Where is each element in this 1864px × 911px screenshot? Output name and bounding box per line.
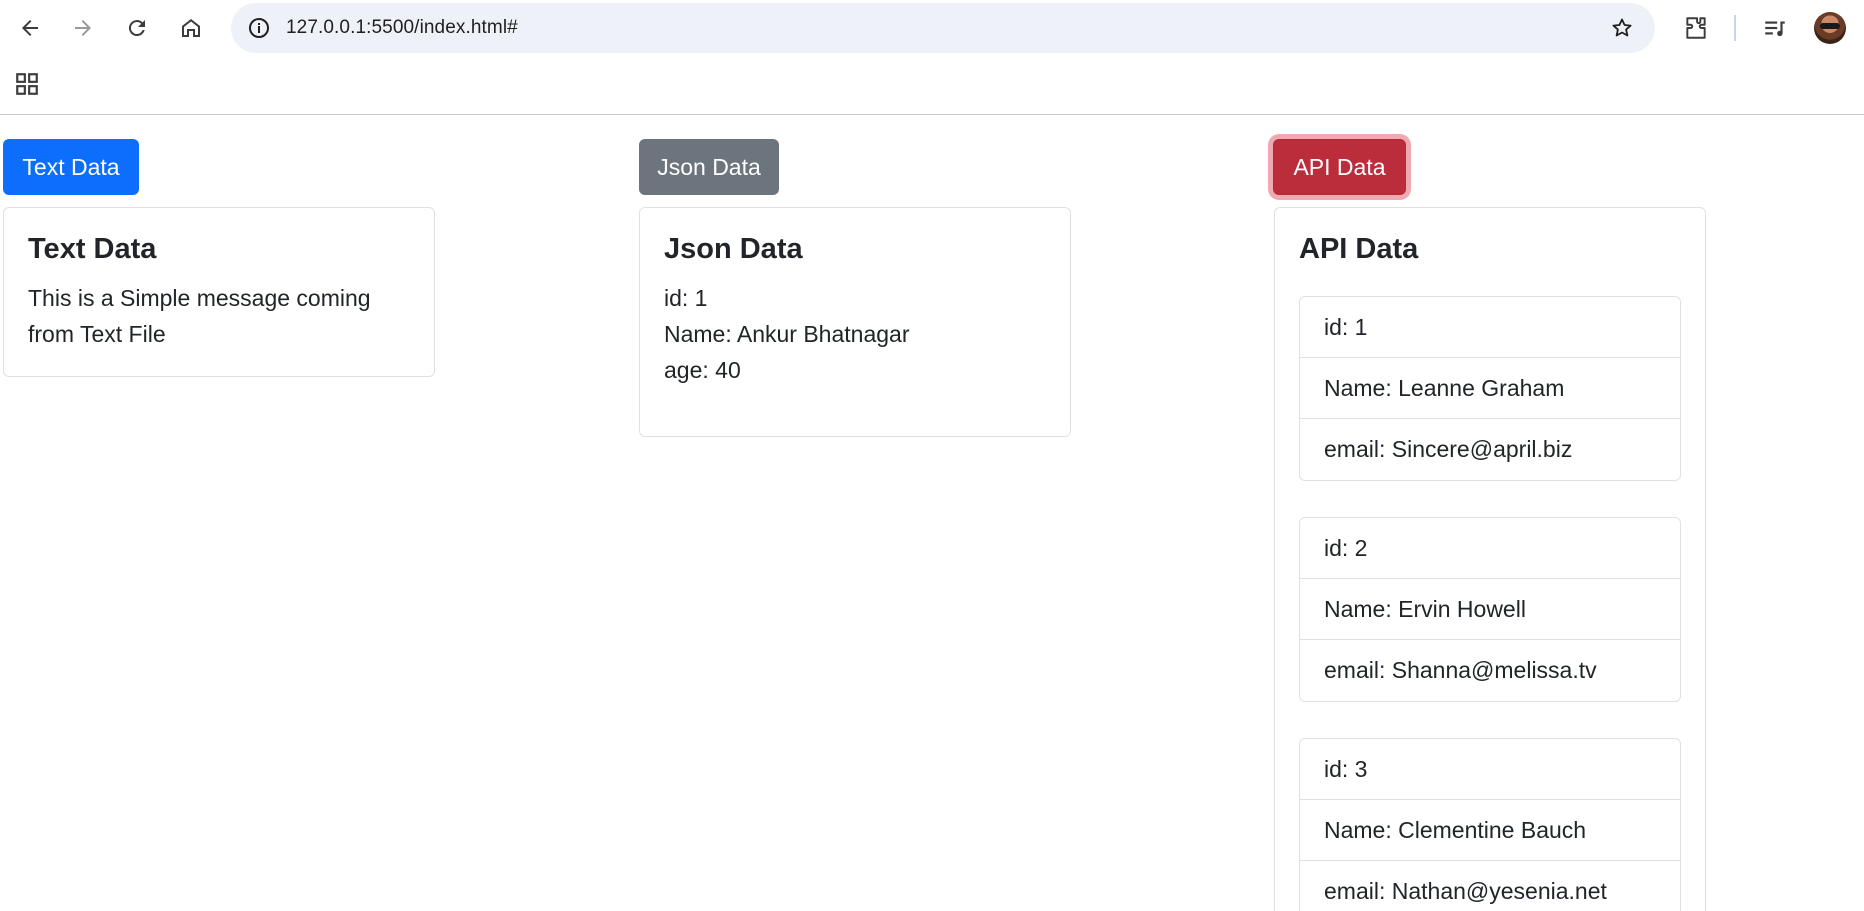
back-button[interactable] xyxy=(10,8,50,48)
user-email: email: Nathan@yesenia.net xyxy=(1324,878,1607,904)
reload-icon xyxy=(128,20,145,37)
back-arrow-icon xyxy=(22,20,38,36)
text-data-button[interactable]: Text Data xyxy=(3,139,139,195)
bookmark-star-icon[interactable] xyxy=(1607,13,1637,43)
user-list-group: id: 2 Name: Ervin Howell email: Shanna@m… xyxy=(1299,517,1681,702)
user-email: email: Shanna@melissa.tv xyxy=(1324,657,1597,683)
text-card-body: This is a Simple message coming from Tex… xyxy=(28,285,371,347)
home-button[interactable] xyxy=(171,8,211,48)
user-list-group: id: 1 Name: Leanne Graham email: Sincere… xyxy=(1299,296,1681,481)
apps-grid-icon[interactable] xyxy=(14,71,40,97)
extensions-icon[interactable] xyxy=(1678,10,1714,46)
profile-avatar[interactable] xyxy=(1814,12,1846,44)
reload-button[interactable] xyxy=(117,8,157,48)
json-card-title: Json Data xyxy=(664,233,803,265)
user-name: Name: Clementine Bauch xyxy=(1300,800,1680,861)
user-id: id: 2 xyxy=(1300,518,1680,579)
user-id: id: 3 xyxy=(1300,739,1680,800)
forward-button[interactable] xyxy=(63,8,103,48)
forward-arrow-icon xyxy=(75,20,91,36)
user-list-group: id: 3 Name: Clementine Bauch email: Nath… xyxy=(1299,738,1681,911)
json-id: id: 1 xyxy=(664,285,708,311)
browser-toolbar: 127.0.0.1:5500/index.html# xyxy=(0,0,1864,115)
user-id: id: 1 xyxy=(1300,297,1680,358)
media-controls-icon[interactable] xyxy=(1757,10,1793,46)
api-data-button[interactable]: API Data xyxy=(1273,139,1406,195)
json-data-button[interactable]: Json Data xyxy=(639,139,779,195)
json-age: age: 40 xyxy=(664,357,741,383)
json-data-card: Json Data id: 1 Name: Ankur Bhatnagar ag… xyxy=(639,207,1071,437)
home-icon xyxy=(182,19,200,37)
user-name: Name: Ervin Howell xyxy=(1300,579,1680,640)
user-email: email: Sincere@april.biz xyxy=(1324,436,1573,462)
user-name: Name: Leanne Graham xyxy=(1300,358,1680,419)
address-bar[interactable]: 127.0.0.1:5500/index.html# xyxy=(231,3,1655,53)
text-card-title: Text Data xyxy=(28,233,157,265)
json-name: Name: Ankur Bhatnagar xyxy=(664,321,910,347)
api-card-title: API Data xyxy=(1299,233,1419,265)
text-data-card: Text Data This is a Simple message comin… xyxy=(3,207,435,377)
url-text[interactable]: 127.0.0.1:5500/index.html# xyxy=(286,17,518,39)
toolbar-divider xyxy=(1734,15,1736,41)
site-info-icon[interactable] xyxy=(245,14,273,42)
api-data-card: API Data id: 1 Name: Leanne Graham email… xyxy=(1274,207,1706,911)
